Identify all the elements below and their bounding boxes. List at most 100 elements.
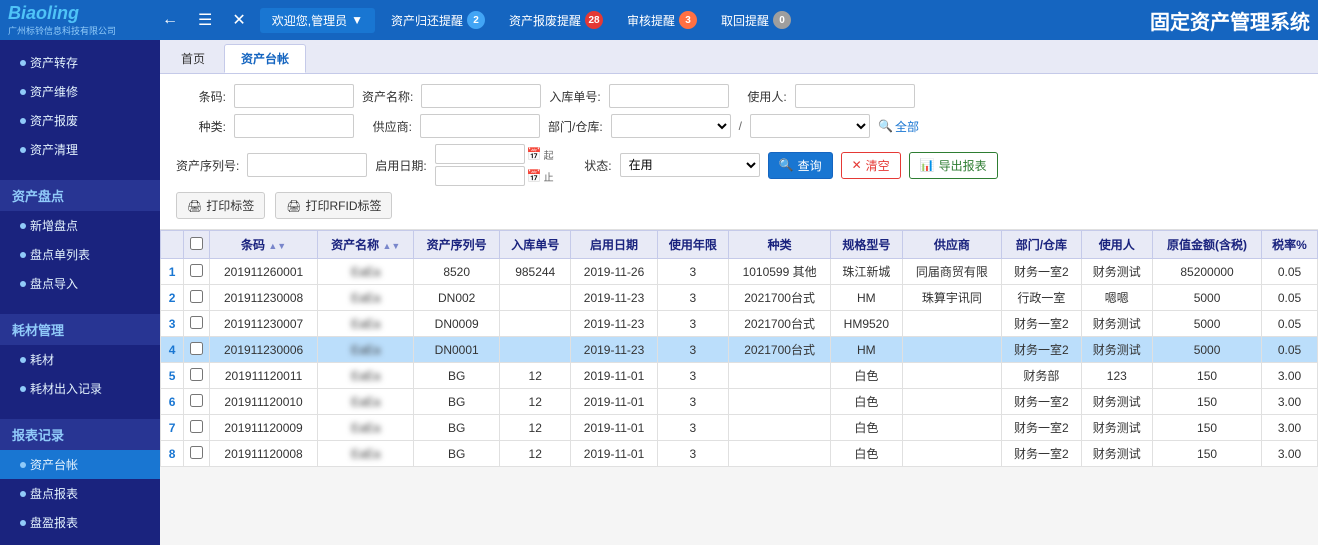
notify-review[interactable]: 审核提醒 3 xyxy=(619,9,705,31)
sidebar-item-new-inventory[interactable]: 新增盘点 xyxy=(0,211,160,240)
tab-asset-ledger[interactable]: 资产台帐 xyxy=(224,44,306,73)
row-amount: 150 xyxy=(1153,363,1262,389)
supplier-input[interactable] xyxy=(420,114,540,138)
sidebar-item-asset-transfer[interactable]: 资产转存 xyxy=(0,48,160,77)
sidebar-item-surplus-report[interactable]: 盘盈报表 xyxy=(0,508,160,537)
status-label: 状态: xyxy=(562,157,612,174)
sidebar-item-asset-repair[interactable]: 资产维修 xyxy=(0,77,160,106)
row-supplier: 同届商贸有限 xyxy=(902,259,1002,285)
sidebar-item-asset-ledger[interactable]: 资产台帐 xyxy=(0,450,160,479)
row-name: EaEa xyxy=(318,389,414,415)
dot-icon xyxy=(20,252,26,258)
table-row[interactable]: 2 201911230008 EaEa DN002 2019-11-23 3 2… xyxy=(161,285,1318,311)
row-num: 7 xyxy=(161,415,184,441)
sidebar-item-inventory-report[interactable]: 盘点报表 xyxy=(0,479,160,508)
export-button[interactable]: 📊 导出报表 xyxy=(909,152,998,179)
sidebar-item-inventory-list[interactable]: 盘点单列表 xyxy=(0,240,160,269)
row-checkbox[interactable] xyxy=(190,264,203,277)
end-label: 止 xyxy=(544,169,554,184)
row-checkbox-cell[interactable] xyxy=(184,389,210,415)
zhonglei-input[interactable] xyxy=(234,114,354,138)
table-row[interactable]: 7 201911120009 EaEa BG 12 2019-11-01 3 白… xyxy=(161,415,1318,441)
row-serial: BG xyxy=(414,415,500,441)
row-checkbox[interactable] xyxy=(190,394,203,407)
table-row[interactable]: 1 201911260001 EaEa 8520 985244 2019-11-… xyxy=(161,259,1318,285)
calendar-icon[interactable]: 📅 xyxy=(527,147,542,161)
row-checkbox[interactable] xyxy=(190,316,203,329)
status-select[interactable]: 在用 xyxy=(620,153,760,177)
asset-serial-input[interactable] xyxy=(247,153,367,177)
query-button[interactable]: 🔍 查询 xyxy=(768,152,833,179)
row-supplier xyxy=(902,415,1002,441)
user-input[interactable] xyxy=(795,84,915,108)
search-all-btn[interactable]: 🔍 全部 xyxy=(878,118,919,135)
print-rfid-button[interactable]: 🖨 打印RFID标签 xyxy=(275,192,392,219)
dot-icon xyxy=(20,386,26,392)
row-tiaoma: 201911230006 xyxy=(210,337,318,363)
row-checkbox-cell[interactable] xyxy=(184,415,210,441)
row-user: 财务测试 xyxy=(1081,311,1153,337)
row-supplier xyxy=(902,363,1002,389)
row-ruku: 12 xyxy=(499,389,571,415)
sidebar-item-inventory-import[interactable]: 盘点导入 xyxy=(0,269,160,298)
dot-icon xyxy=(20,118,26,124)
sidebar-item-asset-scrap[interactable]: 资产报废 xyxy=(0,106,160,135)
close-button[interactable]: ✕ xyxy=(226,8,251,32)
row-start-date: 2019-11-23 xyxy=(571,311,657,337)
th-checkbox[interactable] xyxy=(184,231,210,259)
row-start-date: 2019-11-26 xyxy=(571,259,657,285)
calendar-end-icon[interactable]: 📅 xyxy=(527,169,542,183)
menu-button[interactable]: ☰ xyxy=(192,8,218,32)
sidebar-item-consumable-record[interactable]: 耗材出入记录 xyxy=(0,374,160,403)
row-checkbox-cell[interactable] xyxy=(184,285,210,311)
dept-select[interactable] xyxy=(611,114,731,138)
sidebar-section-consumable-title: 耗材管理 xyxy=(0,314,160,345)
date-start-input[interactable] xyxy=(435,144,525,164)
ruku-label: 入库单号: xyxy=(549,88,600,105)
asset-name-input[interactable] xyxy=(421,84,541,108)
notify-return[interactable]: 资产归还提醒 2 xyxy=(383,9,493,31)
row-serial: DN002 xyxy=(414,285,500,311)
sidebar-section-assets: 资产转存 资产维修 资产报废 资产清理 xyxy=(0,40,160,172)
row-checkbox[interactable] xyxy=(190,342,203,355)
row-checkbox[interactable] xyxy=(190,290,203,303)
clear-button[interactable]: ✕ 清空 xyxy=(841,152,901,179)
row-checkbox-cell[interactable] xyxy=(184,363,210,389)
th-tiaoma[interactable]: 条码 ▲▼ xyxy=(210,231,318,259)
print-tag-button[interactable]: 🖨 打印标签 xyxy=(176,192,265,219)
row-user: 财务测试 xyxy=(1081,389,1153,415)
select-all-checkbox[interactable] xyxy=(190,237,203,250)
row-start-date: 2019-11-23 xyxy=(571,285,657,311)
notify-return-badge: 2 xyxy=(467,11,485,29)
row-checkbox[interactable] xyxy=(190,446,203,459)
table-row[interactable]: 3 201911230007 EaEa DN0009 2019-11-23 3 … xyxy=(161,311,1318,337)
row-name: EaEa xyxy=(318,415,414,441)
tiaoma-input[interactable] xyxy=(234,84,354,108)
table-row[interactable]: 8 201911120008 EaEa BG 12 2019-11-01 3 白… xyxy=(161,441,1318,467)
notify-recall[interactable]: 取回提醒 0 xyxy=(713,9,799,31)
asset-serial-label: 资产序列号: xyxy=(176,157,239,174)
sidebar-label-asset-scrap: 资产报废 xyxy=(30,112,78,129)
th-name[interactable]: 资产名称 ▲▼ xyxy=(318,231,414,259)
table-row[interactable]: 6 201911120010 EaEa BG 12 2019-11-01 3 白… xyxy=(161,389,1318,415)
row-checkbox-cell[interactable] xyxy=(184,337,210,363)
back-button[interactable]: ← xyxy=(156,9,184,31)
row-serial: DN0001 xyxy=(414,337,500,363)
row-checkbox[interactable] xyxy=(190,420,203,433)
row-checkbox-cell[interactable] xyxy=(184,259,210,285)
row-tax: 3.00 xyxy=(1262,415,1318,441)
tab-home[interactable]: 首页 xyxy=(164,44,222,73)
table-row[interactable]: 4 201911230006 EaEa DN0001 2019-11-23 3 … xyxy=(161,337,1318,363)
row-checkbox-cell[interactable] xyxy=(184,311,210,337)
sidebar-item-asset-clear[interactable]: 资产清理 xyxy=(0,135,160,164)
row-checkbox[interactable] xyxy=(190,368,203,381)
row-serial: DN0009 xyxy=(414,311,500,337)
sidebar-item-consumable[interactable]: 耗材 xyxy=(0,345,160,374)
ruku-input[interactable] xyxy=(609,84,729,108)
dept-sub-select[interactable] xyxy=(750,114,870,138)
date-end-input[interactable] xyxy=(435,166,525,186)
table-row[interactable]: 5 201911120011 EaEa BG 12 2019-11-01 3 白… xyxy=(161,363,1318,389)
row-checkbox-cell[interactable] xyxy=(184,441,210,467)
welcome-button[interactable]: 欢迎您,管理员 ▼ xyxy=(260,8,375,33)
notify-scrap[interactable]: 资产报废提醒 28 xyxy=(501,9,611,31)
